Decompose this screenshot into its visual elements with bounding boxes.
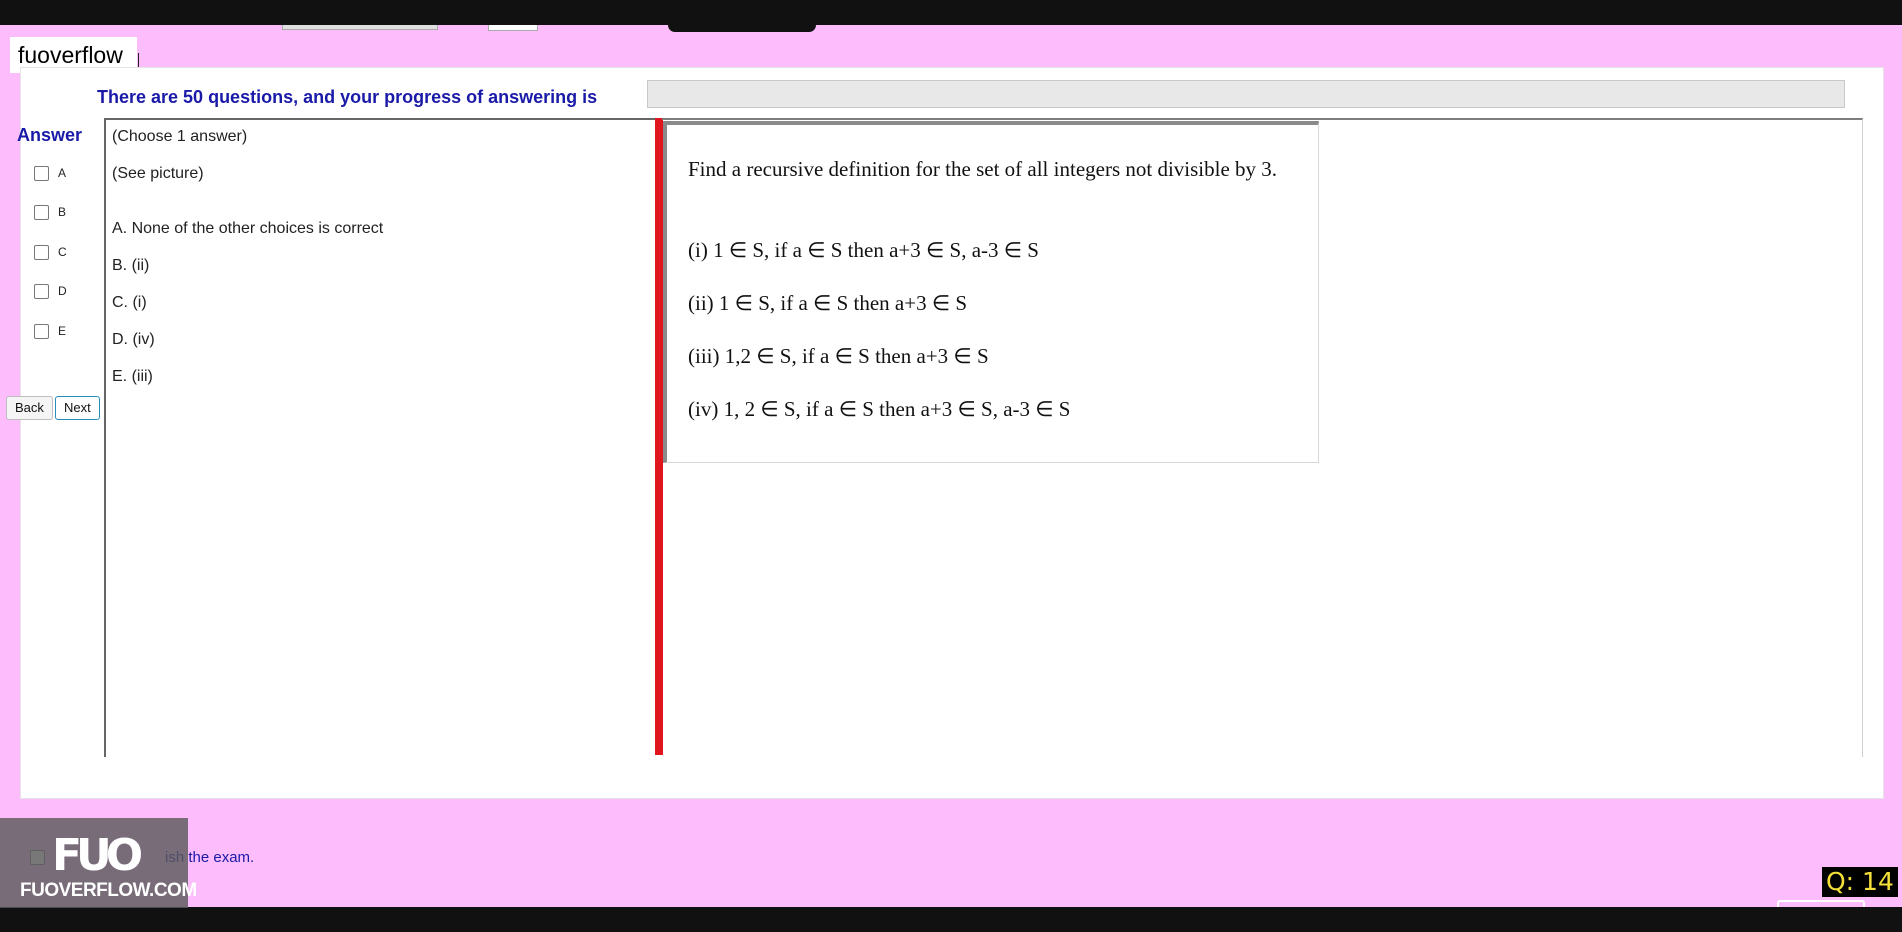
question-option-i: (i) 1 ∈ S, if a ∈ S then a+3 ∈ S, a-3 ∈ … [688, 238, 1039, 262]
checkbox-e[interactable] [34, 323, 49, 339]
next-button[interactable]: Next [55, 396, 100, 420]
answer-option-e[interactable]: E [34, 323, 66, 339]
choose-instruction: (Choose 1 answer) [112, 128, 248, 145]
watermark-mark: FUO [52, 830, 143, 881]
answer-option-label: E [58, 324, 67, 338]
answer-option-d[interactable]: D [34, 283, 67, 299]
answer-option-label: B [58, 205, 67, 219]
checkbox-b[interactable] [34, 204, 49, 220]
header-field-remnant [488, 25, 538, 31]
exam-page: fuoverflow There are 50 questions, and y… [0, 25, 1902, 907]
answer-option-label: D [58, 284, 67, 298]
see-picture-note: (See picture) [112, 165, 204, 182]
answer-option-c[interactable]: C [34, 244, 67, 260]
checkbox-a[interactable] [34, 165, 49, 181]
question-counter: Q: 14 [1822, 867, 1898, 897]
progress-label: There are 50 questions, and your progres… [97, 87, 598, 107]
choice-item-d: D. (iv) [112, 331, 155, 348]
checkbox-d[interactable] [34, 283, 49, 299]
header-graphic-remnant [668, 25, 816, 32]
choice-item-e: E. (iii) [112, 368, 153, 385]
progress-bar [647, 80, 1845, 108]
checkbox-c[interactable] [34, 244, 49, 260]
watermark-site: FUOVERFLOW.COM [20, 880, 197, 901]
bottom-input-box[interactable] [1777, 900, 1865, 907]
header-dropdown-remnant [282, 25, 438, 30]
answer-heading: Answer [17, 125, 83, 145]
answer-option-b[interactable]: B [34, 204, 66, 220]
answer-option-a[interactable]: A [34, 165, 66, 181]
question-option-ii: (ii) 1 ∈ S, if a ∈ S then a+3 ∈ S [688, 291, 968, 315]
choice-item-a: A. None of the other choices is correct [112, 220, 384, 237]
choice-item-b: B. (ii) [112, 257, 150, 274]
question-option-iii: (iii) 1,2 ∈ S, if a ∈ S then a+3 ∈ S [688, 344, 989, 368]
back-button[interactable]: Back [6, 396, 53, 420]
question-option-iv: (iv) 1, 2 ∈ S, if a ∈ S then a+3 ∈ S, a-… [688, 397, 1071, 421]
watermark-logo: FUO FUOVERFLOW.COM [0, 818, 197, 908]
choices-panel [104, 118, 659, 757]
choice-item-c: C. (i) [112, 294, 147, 311]
answer-option-label: A [58, 166, 67, 180]
answer-option-label: C [58, 245, 67, 259]
question-prompt: Find a recursive definition for the set … [688, 157, 1278, 181]
